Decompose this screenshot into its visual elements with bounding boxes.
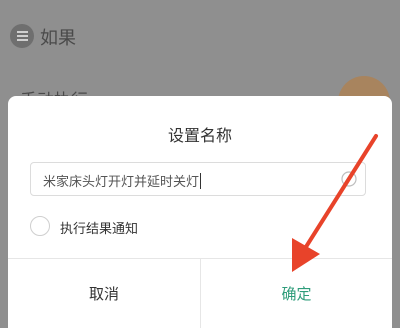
dialog-title: 设置名称: [167, 126, 232, 145]
name-input-text: 米家床头灯开灯并延时关灯: [43, 171, 202, 190]
background-title: 如果: [40, 28, 76, 49]
notify-option[interactable]: 执行结果通知: [30, 216, 230, 240]
cancel-button[interactable]: 取消: [8, 259, 200, 328]
name-input-value: 米家床头灯开灯并延时关灯: [43, 175, 200, 190]
background-header: 如果: [0, 18, 400, 58]
notify-label: 执行结果通知: [60, 222, 139, 237]
list-icon: [10, 24, 34, 48]
set-name-dialog: 设置名称 米家床头灯开灯并延时关灯 执行结果通知 取消 确定: [8, 96, 392, 328]
name-input[interactable]: 米家床头灯开灯并延时关灯: [30, 162, 366, 196]
clear-icon[interactable]: [341, 171, 357, 187]
text-caret: [200, 173, 202, 189]
confirm-button[interactable]: 确定: [201, 259, 392, 328]
notify-radio[interactable]: [30, 216, 50, 236]
